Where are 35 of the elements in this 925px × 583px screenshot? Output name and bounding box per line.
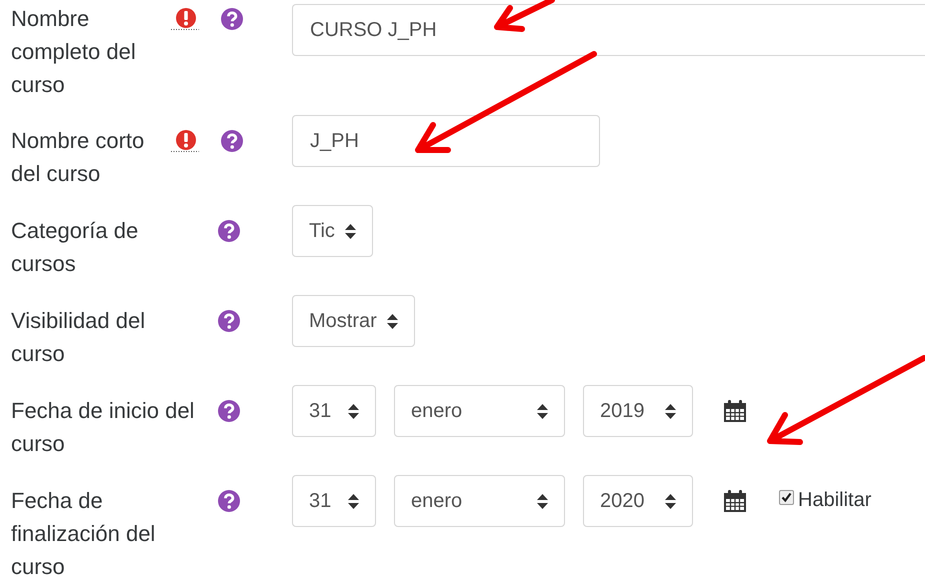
help-icon[interactable] xyxy=(218,220,240,242)
field-label: Nombre corto del curso xyxy=(11,127,146,188)
year-select[interactable]: 2020 xyxy=(583,475,693,527)
day-select[interactable]: 31 xyxy=(292,475,376,527)
help-icon[interactable] xyxy=(221,8,243,30)
help-icon[interactable] xyxy=(221,130,243,152)
field-label: Fecha de inicio del curso xyxy=(11,397,196,458)
select-arrows-icon xyxy=(665,404,676,418)
calendar-icon[interactable] xyxy=(723,489,747,513)
help-icon[interactable] xyxy=(218,400,240,422)
month-select[interactable]: enero xyxy=(394,385,565,437)
field-label: Visibilidad del curso xyxy=(11,307,146,368)
text-input[interactable]: J_PH xyxy=(292,115,600,167)
calendar-icon[interactable] xyxy=(723,399,747,423)
select-arrows-icon xyxy=(537,494,548,508)
select-arrows-icon xyxy=(348,494,359,508)
field-label: Fecha de finalización del curso xyxy=(11,487,156,581)
enable-checkbox[interactable] xyxy=(779,490,794,504)
enable-label: Habilitar xyxy=(798,488,872,513)
year-select[interactable]: 2019 xyxy=(583,385,693,437)
select-arrows-icon xyxy=(348,404,359,418)
help-icon[interactable] xyxy=(218,310,240,332)
select-arrows-icon xyxy=(537,404,548,418)
select-dropdown[interactable]: Mostrar xyxy=(292,295,415,347)
text-input[interactable]: CURSO J_PH xyxy=(292,4,925,56)
month-select[interactable]: enero xyxy=(394,475,565,527)
field-label: Nombre completo del curso xyxy=(11,5,137,99)
select-dropdown[interactable]: Tic xyxy=(292,205,373,257)
day-select[interactable]: 31 xyxy=(292,385,376,437)
field-label: Categoría de cursos xyxy=(11,217,140,278)
help-icon[interactable] xyxy=(218,490,240,512)
select-arrows-icon xyxy=(386,314,398,328)
annotation-arrow xyxy=(494,0,555,32)
select-arrows-icon xyxy=(665,494,676,508)
select-arrows-icon xyxy=(344,224,356,238)
